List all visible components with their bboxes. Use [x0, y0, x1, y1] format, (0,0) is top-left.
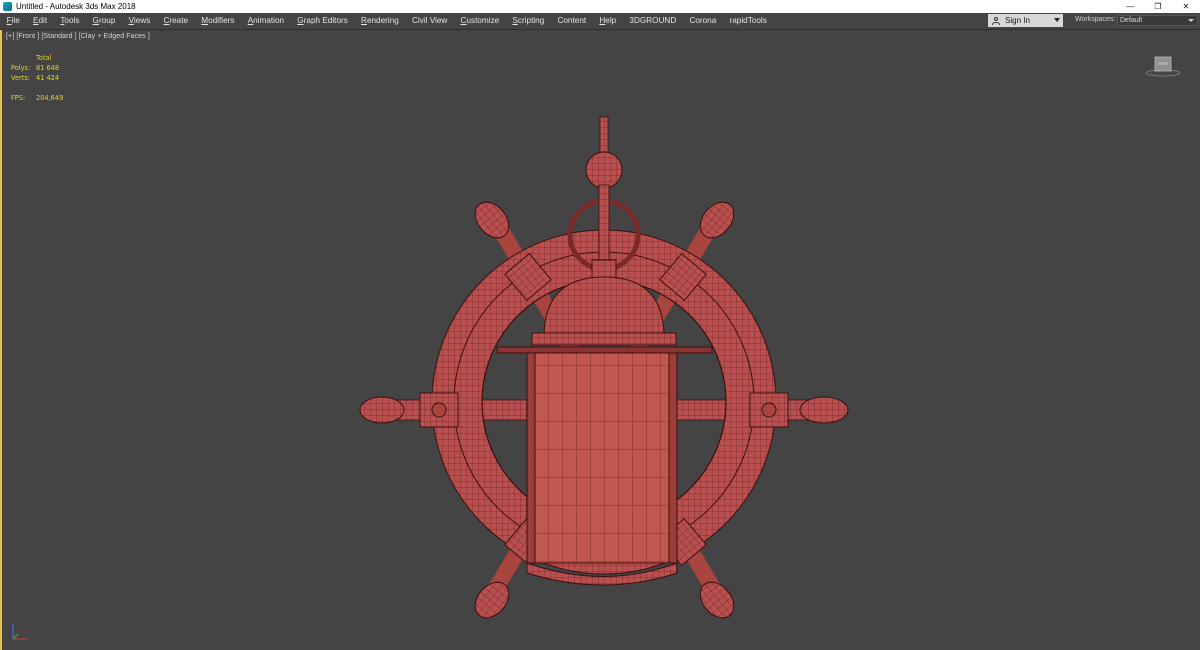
menu-label: Civil View	[412, 16, 448, 25]
menu-label: nimation	[253, 16, 285, 25]
menu-label: ustomize	[466, 16, 500, 25]
menu-label: raph Editors	[303, 16, 348, 25]
front-viewport[interactable]: [+] [Front ] [Standard ] [Clay + Edged F…	[0, 30, 1200, 650]
window-title: Untitled - Autodesk 3ds Max 2018	[16, 2, 136, 11]
user-icon	[992, 16, 1000, 25]
sign-in-dropdown[interactable]: Sign In	[988, 14, 1063, 27]
menu-items: File Edit Tools Group Views Create Modifiers An…	[0, 13, 773, 29]
menu-graph-editors[interactable]: Graph Editors	[291, 13, 355, 29]
minimize-icon[interactable]: —	[1116, 0, 1144, 13]
menu-label: iews	[133, 16, 151, 25]
menu-label: ile	[11, 16, 20, 25]
menu-animation[interactable]: Animation	[241, 13, 291, 29]
menu-label: odifiers	[208, 16, 235, 25]
menu-customize[interactable]: Customize	[454, 13, 506, 29]
restore-icon[interactable]: ❐	[1144, 0, 1172, 13]
menu-label: elp	[605, 16, 617, 25]
menu-help[interactable]: Help	[593, 13, 623, 29]
chevron-down-icon	[1188, 19, 1194, 22]
app-logo-icon	[3, 2, 12, 11]
stats-header: Total	[36, 54, 52, 62]
fps-value: 204,649	[36, 94, 64, 102]
sign-in-label: Sign In	[1005, 16, 1030, 25]
menu-modifiers[interactable]: Modifiers	[195, 13, 241, 29]
menu-create[interactable]: Create	[157, 13, 195, 29]
polys-label: Polys:	[11, 64, 31, 72]
polys-value: 81 648	[36, 64, 60, 72]
menu-label: 3DGROUND	[629, 16, 677, 25]
menu-rendering[interactable]: Rendering	[354, 13, 405, 29]
ship-wheel-lantern-model[interactable]	[352, 85, 852, 645]
menu-label: endering	[366, 16, 399, 25]
menu-label: cripting	[517, 16, 545, 25]
menu-label: ools	[64, 16, 80, 25]
close-icon[interactable]: ✕	[1172, 0, 1200, 13]
viewcube-icon[interactable]	[1145, 54, 1181, 78]
chevron-down-icon	[1054, 18, 1060, 22]
menu-civil-view[interactable]: Civil View	[405, 13, 454, 29]
menu-label: roup	[99, 16, 116, 25]
menu-corona[interactable]: Corona	[683, 13, 723, 29]
viewport-label[interactable]: [+] [Front ] [Standard ] [Clay + Edged F…	[6, 33, 150, 40]
viewport-statistics: Total Polys: 81 648 Verts: 41 424 FPS: 204,…	[11, 53, 63, 103]
menu-views[interactable]: Views	[122, 13, 157, 29]
menu-label: dit	[38, 16, 48, 25]
verts-label: Verts:	[11, 74, 31, 82]
fps-label: FPS:	[11, 94, 26, 102]
menu-group[interactable]: Group	[86, 13, 122, 29]
menu-file[interactable]: File	[0, 13, 26, 29]
axis-tripod-icon	[12, 623, 27, 640]
menu-scripting[interactable]: Scripting	[506, 13, 551, 29]
menu-tools[interactable]: Tools	[54, 13, 86, 29]
menu-label: reate	[169, 16, 189, 25]
menu-rapidtools[interactable]: rapidTools	[723, 13, 774, 29]
title-bar: Untitled - Autodesk 3ds Max 2018 — ❐ ✕	[0, 0, 1200, 13]
workspaces-label: Workspaces:	[1075, 16, 1116, 23]
menu-label: rapidTools	[729, 16, 767, 25]
menu-label: Content	[557, 16, 587, 25]
verts-value: 41 424	[36, 74, 60, 82]
menu-bar: File Edit Tools Group Views Create Modifiers An…	[0, 13, 1200, 30]
menu-label: Corona	[689, 16, 717, 25]
menu-edit[interactable]: Edit	[26, 13, 53, 29]
workspaces-value: Default	[1120, 17, 1143, 24]
menu-content[interactable]: Content	[551, 13, 593, 29]
menu-3dground[interactable]: 3DGROUND	[623, 13, 683, 29]
workspaces-select[interactable]: Default	[1117, 15, 1198, 26]
